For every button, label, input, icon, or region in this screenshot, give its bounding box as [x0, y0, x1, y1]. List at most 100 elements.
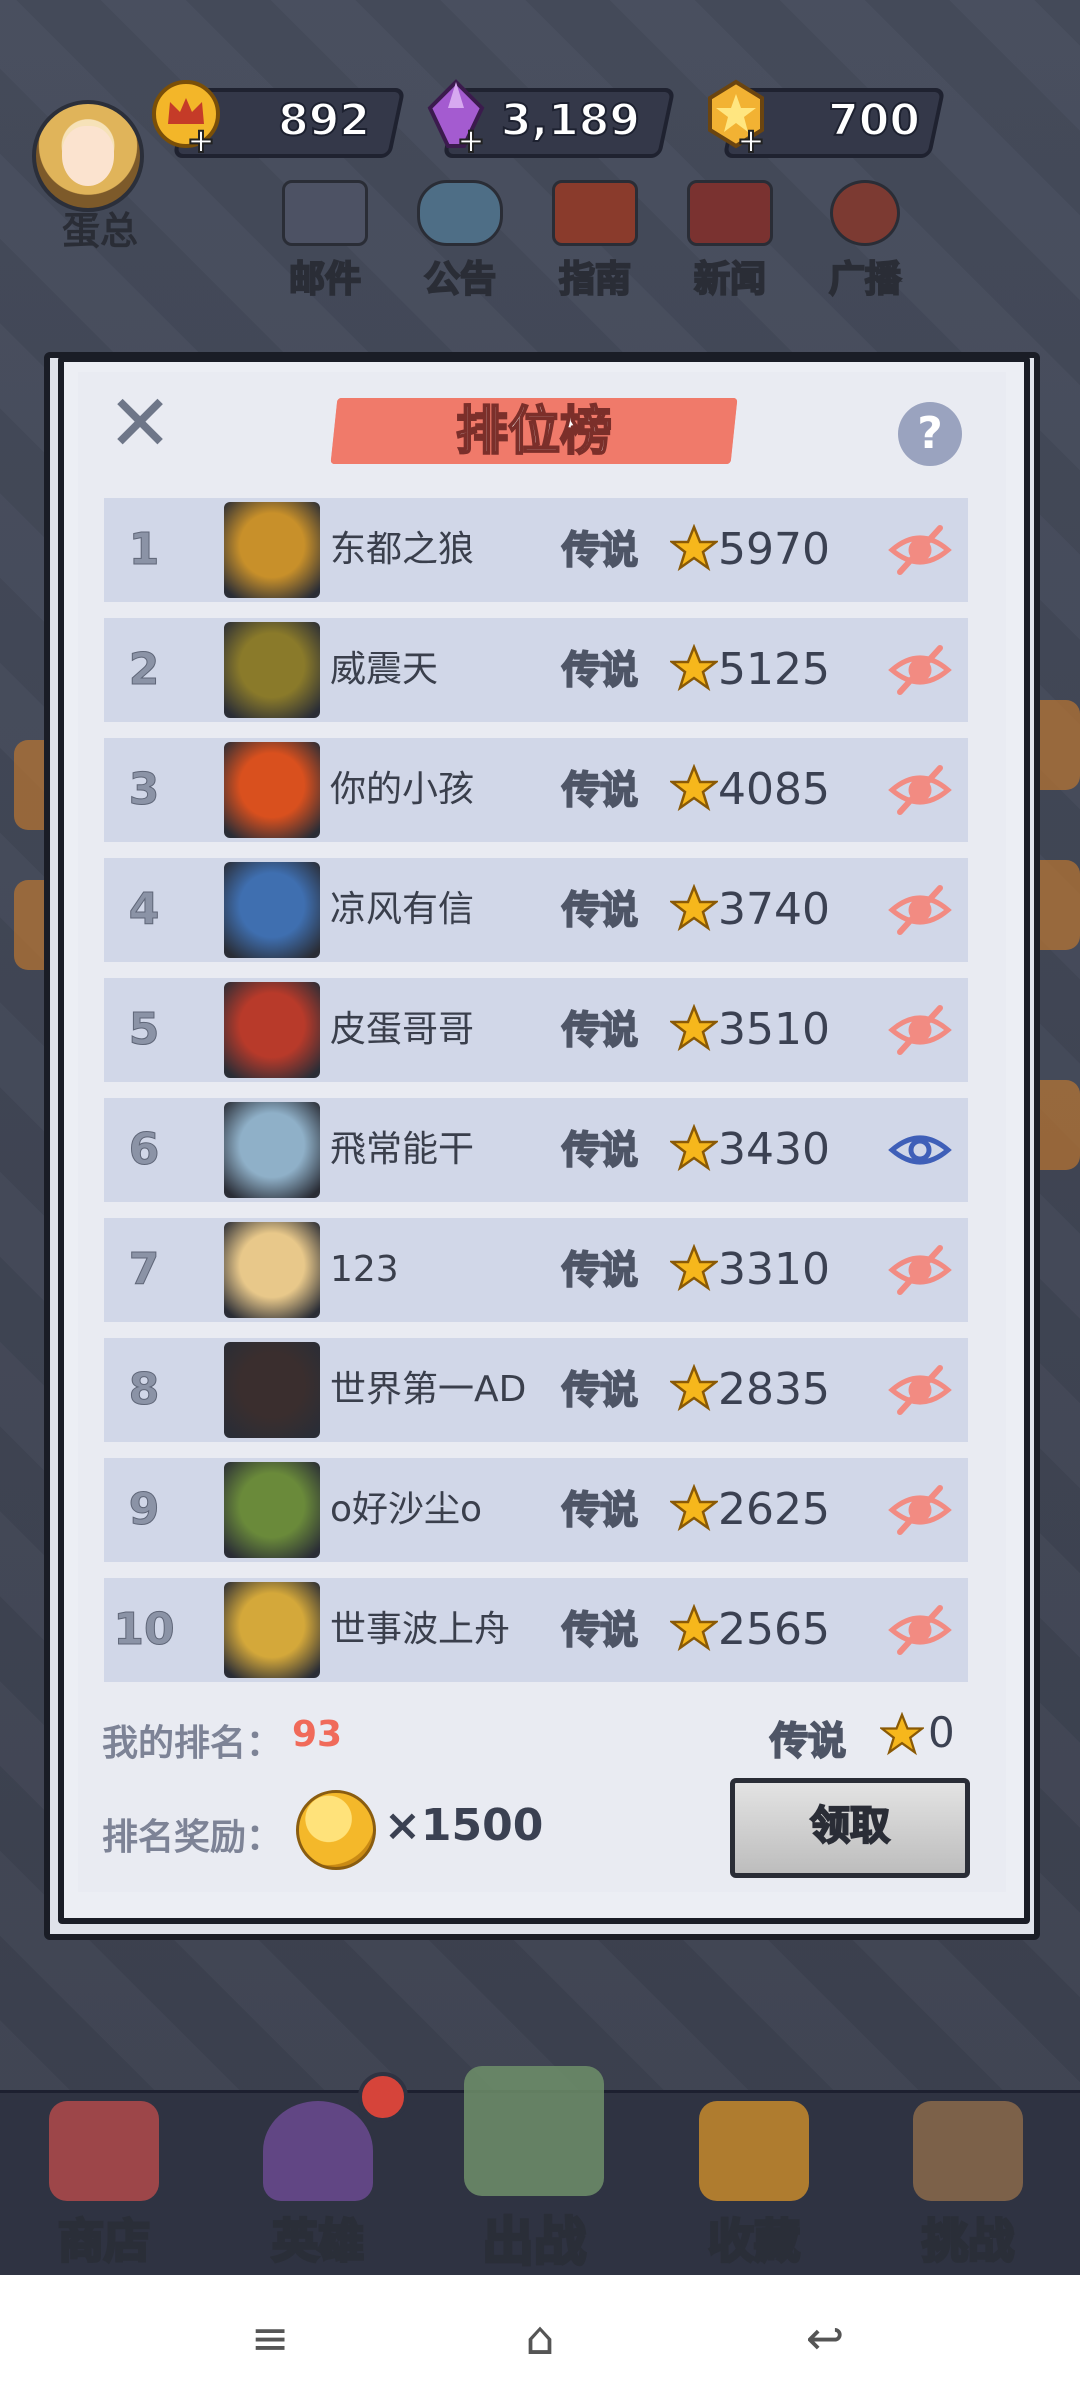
my-rank-label: 我的排名：	[102, 1723, 283, 1764]
star-icon	[670, 1244, 718, 1292]
rank-number: 5	[128, 1004, 160, 1056]
gem-value: 3,189	[500, 94, 641, 147]
leaderboard-row[interactable]: 4 凉风有信 传说 3740	[104, 858, 968, 962]
nav-battle[interactable]: 出战	[444, 2060, 624, 2275]
no-broadcast-icon	[830, 180, 900, 246]
eye-hidden-icon[interactable]	[888, 1244, 952, 1296]
player-avatar[interactable]	[224, 1582, 320, 1678]
help-button[interactable]: ?	[898, 402, 962, 466]
nav-collection[interactable]: 收藏	[664, 2095, 844, 2270]
scroll-icon	[417, 180, 503, 246]
system-menu-button[interactable]: ≡	[230, 2308, 310, 2368]
player-name: 你的小孩	[330, 769, 475, 810]
leaderboard-title: 排位榜	[455, 401, 613, 463]
player-avatar[interactable]	[224, 982, 320, 1078]
player-avatar[interactable]	[224, 1462, 320, 1558]
rank-number: 10	[113, 1604, 175, 1656]
eye-hidden-icon[interactable]	[888, 644, 952, 696]
my-rank-value: 93	[292, 1714, 343, 1755]
leaderboard-row[interactable]: 6 飛常能干 传说 3430	[104, 1098, 968, 1202]
eye-hidden-icon[interactable]	[888, 884, 952, 936]
system-back-button[interactable]: ↩	[785, 2308, 865, 2368]
tier-label: 传说	[561, 647, 639, 693]
player-avatar[interactable]	[224, 622, 320, 718]
star-icon	[670, 524, 718, 572]
player-name: 蛋总	[61, 209, 138, 253]
news-button[interactable]: 新闻	[675, 180, 785, 301]
hero-helmet-icon	[263, 2101, 373, 2201]
star-icon	[670, 764, 718, 812]
score-value: 2835	[718, 1364, 830, 1415]
player-avatar[interactable]	[224, 502, 320, 598]
eye-hidden-icon[interactable]	[888, 1004, 952, 1056]
claim-button[interactable]: 领取	[730, 1778, 970, 1878]
nav-challenge[interactable]: 挑战	[878, 2095, 1058, 2270]
reward-amount: ×1500	[384, 1800, 544, 1851]
score-value: 3740	[718, 884, 830, 935]
score-value: 4085	[718, 764, 830, 815]
broadcast-button[interactable]: 广播	[810, 180, 920, 301]
my-score: 0	[928, 1708, 955, 1757]
guide-button[interactable]: 指南	[540, 180, 650, 301]
treasure-chest-icon	[699, 2101, 809, 2201]
player-name: 123	[330, 1249, 399, 1290]
close-button[interactable]: ✕	[106, 385, 174, 463]
leaderboard-row[interactable]: 3 你的小孩 传说 4085	[104, 738, 968, 842]
score-value: 5970	[718, 524, 830, 575]
star-icon	[880, 1712, 924, 1756]
tier-label: 传说	[561, 1367, 639, 1413]
rank-number: 4	[128, 884, 160, 936]
player-name: 凉风有信	[330, 889, 475, 930]
leaderboard-row[interactable]: 8 世界第一AD 传说 2835	[104, 1338, 968, 1442]
player-name: o好沙尘o	[330, 1489, 483, 1530]
tier-label: 传说	[561, 767, 639, 813]
score-value: 5125	[718, 644, 830, 695]
rank-number: 9	[128, 1484, 160, 1536]
player-avatar[interactable]	[224, 862, 320, 958]
rank-number: 7	[128, 1244, 160, 1296]
star-icon	[670, 1364, 718, 1412]
rank-number: 2	[128, 644, 160, 696]
reward-label: 排名奖励：	[102, 1817, 283, 1858]
nav-shop[interactable]: 商店	[14, 2095, 194, 2270]
score-value: 3430	[718, 1124, 830, 1175]
star-icon	[670, 1124, 718, 1172]
player-name: 世事波上舟	[330, 1609, 511, 1650]
player-avatar[interactable]	[224, 1102, 320, 1198]
eye-hidden-icon[interactable]	[888, 1604, 952, 1656]
news-tv-icon	[687, 180, 773, 246]
tier-label: 传说	[561, 1247, 639, 1293]
leaderboard-row[interactable]: 5 皮蛋哥哥 传说 3510	[104, 978, 968, 1082]
leaderboard-row[interactable]: 10 世事波上舟 传说 2565	[104, 1578, 968, 1682]
player-name: 皮蛋哥哥	[330, 1009, 475, 1050]
eye-hidden-icon[interactable]	[888, 524, 952, 576]
player-avatar[interactable]	[32, 100, 144, 212]
player-name: 飛常能干	[330, 1129, 475, 1170]
tier-label: 传说	[561, 1487, 639, 1533]
crossed-swords-icon	[464, 2066, 604, 2196]
book-icon	[552, 180, 638, 246]
score-value: 2565	[718, 1604, 830, 1655]
leaderboard-row[interactable]: 9 o好沙尘o 传说 2625	[104, 1458, 968, 1562]
leaderboard-row[interactable]: 1 东都之狼 传说 5970	[104, 498, 968, 602]
score-value: 3310	[718, 1244, 830, 1295]
star-icon	[670, 1484, 718, 1532]
star-icon	[670, 1604, 718, 1652]
star-icon	[670, 644, 718, 692]
player-avatar[interactable]	[224, 742, 320, 838]
shop-icon	[49, 2101, 159, 2201]
mail-icon	[282, 180, 368, 246]
leaderboard-row[interactable]: 7 123 传说 3310	[104, 1218, 968, 1322]
eye-hidden-icon[interactable]	[888, 1484, 952, 1536]
eye-icon[interactable]	[888, 1124, 952, 1176]
announcement-button[interactable]: 公告	[405, 180, 515, 301]
system-home-button[interactable]: ⌂	[500, 2308, 580, 2368]
eye-hidden-icon[interactable]	[888, 764, 952, 816]
leaderboard-row[interactable]: 2 威震天 传说 5125	[104, 618, 968, 722]
rank-number: 6	[128, 1124, 160, 1176]
player-avatar[interactable]	[224, 1342, 320, 1438]
player-avatar[interactable]	[224, 1222, 320, 1318]
mail-button[interactable]: 邮件	[270, 180, 380, 301]
eye-hidden-icon[interactable]	[888, 1364, 952, 1416]
score-value: 3510	[718, 1004, 830, 1055]
